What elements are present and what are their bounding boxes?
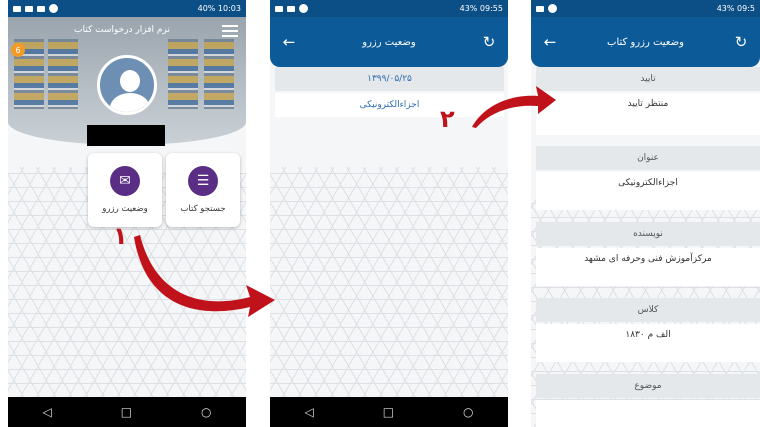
app-title: نرم افزار درخواست کتاب bbox=[74, 25, 170, 35]
menu-icon[interactable] bbox=[222, 25, 238, 37]
approval-label: تایید bbox=[536, 67, 760, 91]
subject-value bbox=[536, 400, 760, 427]
arrow-step-1 bbox=[134, 235, 275, 317]
status-time: 40% 10:03 bbox=[197, 4, 241, 13]
bookshelf-image bbox=[204, 39, 234, 109]
android-nav-bar: ◁ □ ○ bbox=[270, 397, 508, 427]
hex-background bbox=[270, 167, 508, 397]
back-arrow-icon[interactable]: ← bbox=[541, 33, 559, 51]
title-value: اجزاءالکترونیکی bbox=[536, 172, 760, 210]
refresh-icon[interactable]: ↻ bbox=[732, 33, 750, 51]
step-number-2: ٢ bbox=[440, 105, 455, 133]
bookshelf-image bbox=[168, 39, 198, 109]
phone-reservation-status: 43% 09:55 ← وضعیت رزرو ↻ ۱۳۹۹/۰۵/۲۵ اجزا… bbox=[270, 0, 508, 427]
status-bar: 43% 09:55 bbox=[270, 0, 508, 17]
app-bar: ← وضعیت رزرو ↻ bbox=[270, 17, 508, 67]
bookshelf-image bbox=[48, 39, 78, 109]
class-label: کلاس bbox=[536, 298, 760, 322]
recents-icon[interactable]: ○ bbox=[201, 405, 211, 419]
page-title: وضعیت رزرو bbox=[362, 36, 416, 48]
status-bar: 40% 10:03 bbox=[8, 0, 246, 17]
step-number-1: ١ bbox=[113, 222, 128, 250]
mail-icon: ✉ bbox=[110, 166, 140, 196]
user-name-redacted bbox=[87, 125, 165, 146]
home-icon[interactable]: □ bbox=[383, 405, 394, 419]
notification-badge[interactable]: 6 bbox=[11, 43, 25, 57]
books-icon: ☰ bbox=[188, 166, 218, 196]
title-label: عنوان bbox=[536, 146, 760, 170]
reservation-status-label: وضعیت رزرو bbox=[102, 204, 148, 214]
recents-icon[interactable]: ○ bbox=[463, 405, 473, 419]
status-time: 43% 09:5 bbox=[716, 4, 755, 13]
back-icon[interactable]: ◁ bbox=[42, 405, 51, 419]
avatar[interactable] bbox=[97, 55, 157, 115]
status-time: 43% 09:55 bbox=[459, 4, 503, 13]
subject-label: موضوع bbox=[536, 374, 760, 398]
back-arrow-icon[interactable]: ← bbox=[280, 33, 298, 51]
page-title: وضعیت رزرو کتاب bbox=[607, 36, 684, 48]
android-nav-bar: ◁ □ ○ bbox=[8, 397, 246, 427]
author-label: نویسنده bbox=[536, 222, 760, 246]
class-value: الف م ۱۸۳۰ bbox=[536, 324, 760, 362]
status-bar: 43% 09:5 bbox=[531, 0, 760, 17]
author-value: مرکزآموزش فنی وحرفه ای مشهد bbox=[536, 248, 760, 286]
app-bar: ← وضعیت رزرو کتاب ↻ bbox=[531, 17, 760, 67]
refresh-icon[interactable]: ↻ bbox=[480, 33, 498, 51]
phone-book-reservation-detail: 43% 09:5 ← وضعیت رزرو کتاب ↻ تایید منتظر… bbox=[531, 0, 760, 427]
arrow-step-2 bbox=[472, 86, 556, 128]
phone-home-screen: نرم افزار درخواست کتاب 6 40% 10:03 ☰ جست… bbox=[8, 0, 246, 427]
home-icon[interactable]: □ bbox=[121, 405, 132, 419]
back-icon[interactable]: ◁ bbox=[304, 405, 313, 419]
approval-value: منتظر تایید bbox=[536, 93, 760, 135]
search-book-label: جستجو کتاب bbox=[180, 204, 226, 214]
